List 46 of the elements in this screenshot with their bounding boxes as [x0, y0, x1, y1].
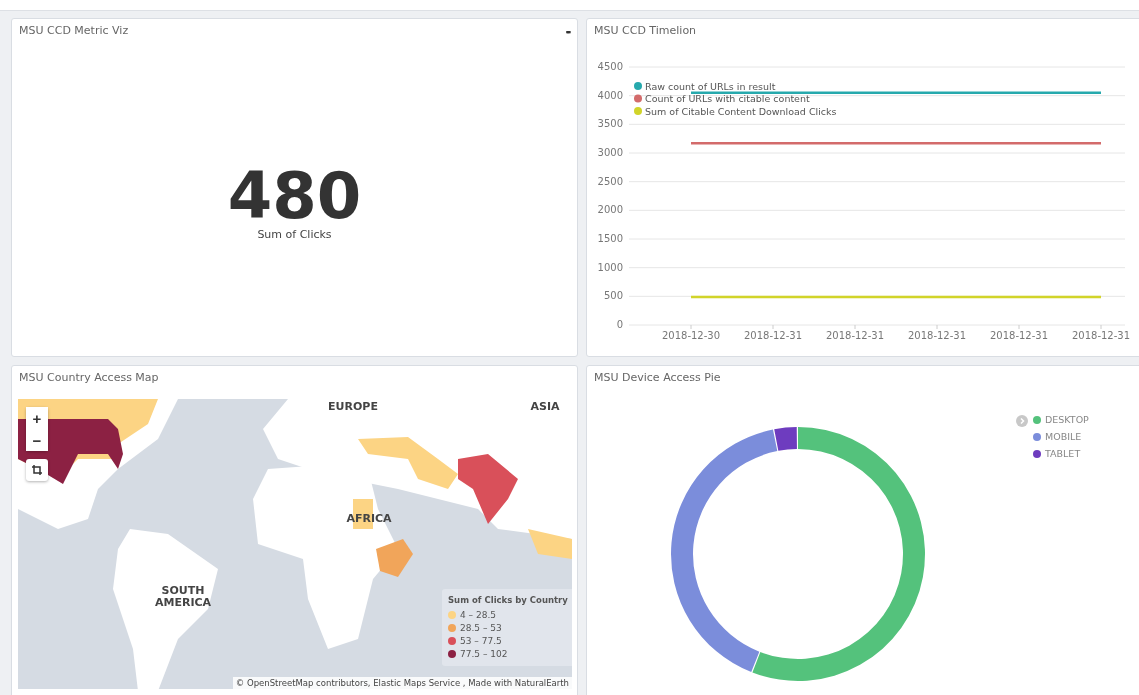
continent-label: AFRICA: [345, 513, 393, 526]
legend-label: 28.5 – 53: [460, 622, 502, 633]
y-tick-label: 3000: [597, 147, 623, 158]
y-tick-label: 500: [603, 290, 623, 302]
continent-label: SOUTH AMERICA: [153, 585, 213, 610]
legend-title: Sum of Clicks by Country: [448, 595, 569, 605]
map-attribution: © OpenStreetMap contributors, Elastic Maps Service , Made with NaturalEarth: [232, 677, 572, 689]
options-menu-button[interactable]: ▪▪▪: [565, 27, 569, 37]
x-tick-label: 2018-12-31: [825, 330, 885, 341]
y-tick-label: 4000: [597, 89, 623, 101]
legend-label[interactable]: Sum of Citable Content Download Clicks: [645, 105, 837, 117]
metric-label: Sum of Clicks: [257, 228, 332, 241]
y-tick-label: 1000: [597, 261, 623, 273]
metric-value: 480: [227, 164, 362, 228]
y-tick-label: 1500: [597, 233, 623, 244]
x-tick-label: 2018-12-30: [661, 330, 721, 341]
y-tick-label: 2500: [597, 175, 623, 187]
panel-title: MSU Device Access Pie: [593, 370, 722, 386]
legend-label[interactable]: Raw count of URLs in result: [645, 80, 776, 92]
x-tick-label: 2018-12-31: [743, 330, 803, 341]
legend-label[interactable]: DESKTOP: [1045, 414, 1089, 425]
panel-title: MSU CCD Metric Viz: [18, 23, 130, 39]
crop-button[interactable]: [26, 459, 48, 481]
crop-icon: [32, 465, 42, 475]
y-tick-label: 4500: [597, 61, 623, 72]
legend-dot: [634, 82, 642, 90]
legend-label: 4 – 28.5: [460, 609, 496, 620]
y-tick-label: 3500: [597, 118, 623, 130]
y-tick-label: 0: [616, 319, 623, 330]
x-tick-label: 2018-12-31: [907, 330, 967, 341]
legend-label[interactable]: MOBILE: [1045, 431, 1082, 442]
panel-title: MSU CCD Timelion: [593, 23, 698, 39]
legend-label: 77.5 – 102: [460, 648, 508, 659]
legend-dot: [634, 107, 642, 115]
continent-label: ASIA: [529, 401, 561, 414]
legend-dot: [634, 94, 642, 103]
legend-label: 53 – 77.5: [460, 635, 502, 646]
zoom-in-button[interactable]: +: [26, 407, 48, 429]
legend-label[interactable]: TABLET: [1045, 448, 1081, 459]
continent-label: EUROPE: [327, 401, 379, 414]
x-tick-label: 2018-12-31: [989, 330, 1049, 341]
x-tick-label: 2018-12-31: [1071, 330, 1131, 341]
legend-label[interactable]: Count of URLs with citable content: [645, 93, 810, 104]
panel-title: MSU Country Access Map: [18, 370, 160, 386]
zoom-out-button[interactable]: −: [26, 429, 48, 451]
y-tick-label: 2000: [597, 204, 623, 216]
